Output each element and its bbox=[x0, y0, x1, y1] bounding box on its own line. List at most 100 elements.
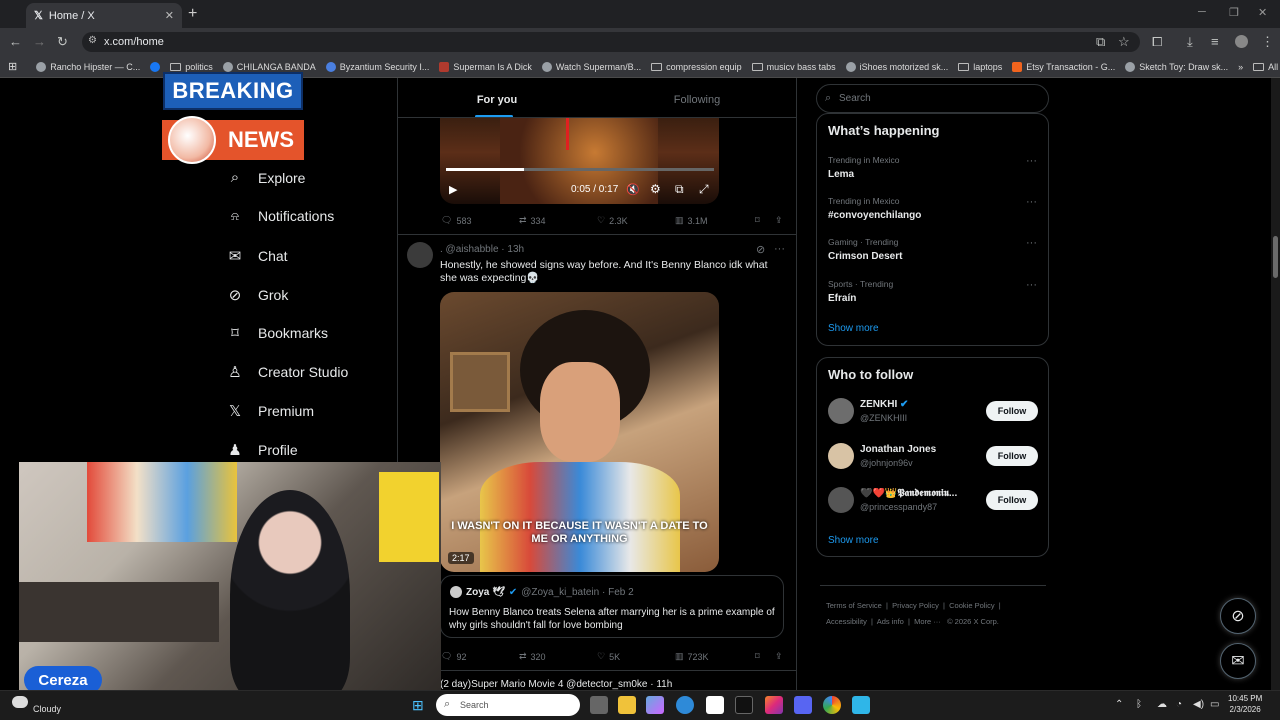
bookmark-item[interactable]: Rancho Hipster — C... bbox=[22, 61, 145, 72]
bookmark-item[interactable]: iShoes motorized sk... bbox=[841, 61, 954, 72]
reply-button[interactable]: 🗨 583 bbox=[441, 215, 519, 226]
grok-icon[interactable]: ⊘ bbox=[756, 243, 765, 256]
address-bar[interactable]: ⚙ x.com/home bbox=[82, 32, 1140, 52]
nav-chat[interactable]: ✉ Chat bbox=[226, 247, 288, 265]
more-icon[interactable]: ··· bbox=[774, 243, 785, 255]
video-progress-bar[interactable] bbox=[446, 168, 714, 171]
follow-button[interactable]: Follow bbox=[986, 490, 1038, 510]
follow-button[interactable]: Follow bbox=[986, 401, 1038, 421]
nav-premium[interactable]: 𝕏 Premium bbox=[226, 402, 314, 420]
close-window-icon[interactable]: ✕ bbox=[1258, 6, 1267, 19]
nav-notifications[interactable]: ⍾ Notifications bbox=[226, 208, 334, 224]
reply-button[interactable]: 🗨 92 bbox=[441, 651, 519, 662]
trend-item[interactable]: Gaming · Trending Crimson Desert ··· bbox=[828, 237, 1038, 262]
weather-widget[interactable]: Cloudy bbox=[33, 704, 61, 714]
bookmark-item[interactable]: Byzantium Security I... bbox=[321, 61, 435, 72]
bookmark-item[interactable]: musicv bass tabs bbox=[747, 62, 841, 72]
tab-for-you[interactable]: For you bbox=[397, 82, 597, 118]
amazon-icon[interactable] bbox=[706, 696, 724, 714]
apps-grid-icon[interactable]: ⊞ bbox=[0, 60, 22, 73]
instagram-icon[interactable] bbox=[765, 696, 783, 714]
more-icon[interactable]: ··· bbox=[1026, 279, 1037, 291]
mute-icon[interactable]: 🔇 bbox=[626, 183, 640, 196]
bookmark-icon[interactable]: ⌑ bbox=[755, 215, 775, 226]
bookmark-item[interactable]: laptops bbox=[953, 62, 1007, 72]
tab-close-icon[interactable]: ✕ bbox=[165, 9, 174, 22]
footer-link[interactable]: Accessibility bbox=[826, 617, 867, 626]
x-app-icon[interactable] bbox=[735, 696, 753, 714]
follow-button[interactable]: Follow bbox=[986, 446, 1038, 466]
extensions-icon[interactable]: ⧠ bbox=[1152, 34, 1162, 50]
follow-suggestion[interactable]: Jonathan Jones @johnjon96v Follow bbox=[828, 443, 1038, 469]
bookmark-item[interactable]: compression equip bbox=[646, 62, 747, 72]
windows-start-icon[interactable]: ⊞ bbox=[412, 697, 424, 714]
battery-icon[interactable]: ▭ bbox=[1210, 699, 1219, 710]
file-explorer-icon[interactable] bbox=[618, 696, 636, 714]
retweet-button[interactable]: ⇄ 334 bbox=[519, 215, 597, 226]
bookmark-item[interactable]: CHILANGA BANDA bbox=[218, 61, 321, 72]
system-clock[interactable]: 10:45 PM 2/3/2026 bbox=[1228, 693, 1262, 715]
follow-suggestion[interactable]: 🖤❤️👑𝕻𝖆𝖓𝖉𝖊𝖒𝖔𝖓𝖎𝖚... @princesspandy87 Follo… bbox=[828, 487, 1038, 513]
bookmark-item[interactable]: politics bbox=[165, 62, 218, 72]
discord-icon[interactable] bbox=[794, 696, 812, 714]
nav-profile[interactable]: ♟ Profile bbox=[226, 441, 297, 459]
more-icon[interactable]: ··· bbox=[1026, 196, 1037, 208]
bluetooth-icon[interactable]: ᛒ bbox=[1136, 699, 1142, 710]
avatar[interactable] bbox=[407, 242, 433, 268]
onedrive-icon[interactable]: ☁ bbox=[1157, 699, 1167, 710]
share-icon[interactable]: ⇪ bbox=[775, 651, 783, 662]
bookmark-item[interactable] bbox=[145, 61, 165, 72]
share-icon[interactable]: ⇪ bbox=[775, 215, 783, 226]
more-bookmarks-icon[interactable]: » bbox=[1233, 62, 1248, 72]
volume-icon[interactable]: ◀) bbox=[1193, 699, 1204, 710]
minimize-icon[interactable]: ─ bbox=[1198, 6, 1206, 18]
pip-icon[interactable]: ⧉ bbox=[675, 182, 684, 197]
task-view-icon[interactable] bbox=[590, 696, 608, 714]
notepad-icon[interactable] bbox=[852, 696, 870, 714]
settings-icon[interactable]: ⚙ bbox=[650, 182, 661, 196]
taskbar-search[interactable]: ⌕ Search bbox=[436, 694, 580, 716]
browser-tab[interactable]: 𝕏 Home / X ✕ bbox=[26, 3, 182, 28]
menu-icon[interactable]: ⋮ bbox=[1261, 34, 1274, 50]
bookmark-item[interactable]: Etsy Transaction - G... bbox=[1007, 61, 1120, 72]
bookmark-item[interactable]: Watch Superman/B... bbox=[537, 61, 646, 72]
star-icon[interactable]: ☆ bbox=[1118, 34, 1130, 50]
new-tab-button[interactable]: + bbox=[188, 5, 197, 23]
like-button[interactable]: ♡ 5K bbox=[597, 651, 675, 662]
bookmark-item[interactable]: Sketch Toy: Draw sk... bbox=[1120, 61, 1233, 72]
nav-explore[interactable]: ⌕ Explore bbox=[226, 169, 306, 186]
trend-item[interactable]: Sports · Trending Efraín ··· bbox=[828, 279, 1038, 304]
fullscreen-icon[interactable]: ⤢ bbox=[699, 182, 709, 197]
tweet-author[interactable]: (2 day)Super Mario Movie 4 @detector_sm0… bbox=[440, 679, 672, 690]
like-button[interactable]: ♡ 2.3K bbox=[597, 215, 675, 226]
views-button[interactable]: ▥ 3.1M bbox=[675, 215, 755, 226]
messages-fab-button[interactable]: ✉ bbox=[1220, 643, 1256, 679]
back-icon[interactable]: ← bbox=[9, 34, 22, 49]
download-icon[interactable]: ⤓ bbox=[1187, 34, 1193, 50]
quoted-author[interactable]: Zoya 🕊 ✔ @Zoya_ki_batein · Feb 2 bbox=[450, 586, 634, 598]
follow-suggestion[interactable]: ZENKHI ✔ @ZENKHIII Follow bbox=[828, 398, 1038, 424]
tweet-author[interactable]: . @aishabble · 13h bbox=[440, 244, 524, 255]
forward-icon[interactable]: → bbox=[33, 34, 46, 49]
restore-icon[interactable]: ❐ bbox=[1229, 6, 1239, 19]
footer-link[interactable]: Ads info bbox=[877, 617, 904, 626]
play-icon[interactable]: ▶ bbox=[449, 183, 457, 196]
more-icon[interactable]: ··· bbox=[1026, 155, 1037, 167]
install-app-icon[interactable]: ⧉ bbox=[1096, 34, 1105, 50]
tab-following[interactable]: Following bbox=[597, 82, 797, 118]
edge-icon[interactable] bbox=[676, 696, 694, 714]
page-scrollbar[interactable] bbox=[1271, 78, 1280, 690]
search-input[interactable]: ⌕ Search bbox=[816, 84, 1049, 113]
profile-avatar-icon[interactable] bbox=[1235, 35, 1248, 48]
chrome-icon[interactable] bbox=[823, 696, 841, 714]
trend-item[interactable]: Trending in Mexico #convoyenchilango ··· bbox=[828, 196, 1038, 221]
show-more-follow[interactable]: Show more bbox=[828, 535, 879, 546]
show-more-trends[interactable]: Show more bbox=[828, 323, 879, 334]
bookmark-item[interactable]: Superman Is A Dick bbox=[434, 61, 537, 72]
tab-search-icon[interactable]: ≡ bbox=[1211, 34, 1219, 49]
retweet-button[interactable]: ⇄ 320 bbox=[519, 651, 597, 662]
footer-link[interactable]: More ··· bbox=[914, 617, 941, 626]
footer-link[interactable]: Cookie Policy bbox=[949, 601, 994, 610]
trend-item[interactable]: Trending in Mexico Lema ··· bbox=[828, 155, 1038, 180]
reload-icon[interactable]: ↻ bbox=[57, 34, 68, 50]
